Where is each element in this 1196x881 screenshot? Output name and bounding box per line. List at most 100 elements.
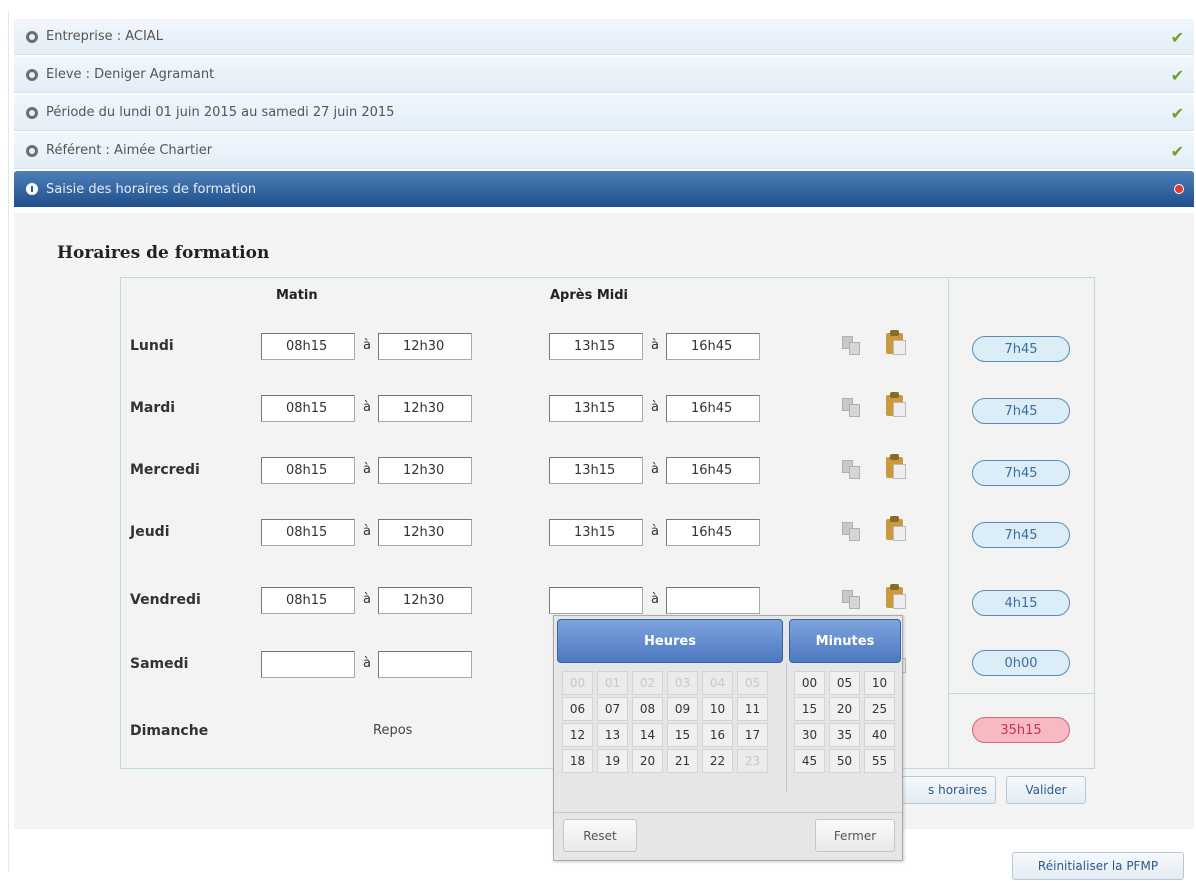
copy-icon[interactable] xyxy=(842,520,862,542)
hour-cell[interactable]: 10 xyxy=(702,697,733,721)
minute-cell[interactable]: 30 xyxy=(794,723,825,747)
mardi-morning-start[interactable] xyxy=(261,395,355,422)
checkmark-icon: ✔ xyxy=(1170,66,1184,85)
radio-bullet-icon xyxy=(26,144,38,157)
picker-close-button[interactable]: Fermer xyxy=(815,819,895,852)
day-total-samedi: 0h00 xyxy=(972,650,1070,676)
hour-cell[interactable]: 06 xyxy=(562,697,593,721)
hour-cell[interactable]: 09 xyxy=(667,697,698,721)
hour-cell[interactable]: 12 xyxy=(562,723,593,747)
hour-cell[interactable]: 11 xyxy=(737,697,768,721)
paste-icon[interactable] xyxy=(886,392,908,418)
mercredi-morning-start[interactable] xyxy=(261,457,355,484)
accordion-referent[interactable]: Référent : Aimée Chartier ✔ xyxy=(14,133,1194,169)
minute-cell[interactable]: 05 xyxy=(829,671,860,695)
hour-cell: 05 xyxy=(737,671,768,695)
reset-pfmp-button[interactable]: Réinitialiser la PFMP xyxy=(1012,852,1184,880)
mardi-afternoon-end[interactable] xyxy=(666,395,760,422)
picker-divider xyxy=(786,663,787,793)
minute-cell[interactable]: 50 xyxy=(829,749,860,773)
mercredi-afternoon-start[interactable] xyxy=(549,457,643,484)
minute-cell[interactable]: 00 xyxy=(794,671,825,695)
lundi-morning-end[interactable] xyxy=(378,333,472,360)
jeudi-afternoon-end[interactable] xyxy=(666,519,760,546)
accordion-saisie-horaires[interactable]: Saisie des horaires de formation xyxy=(14,171,1194,207)
hour-cell[interactable]: 07 xyxy=(597,697,628,721)
to-separator: à xyxy=(363,400,371,415)
hour-cell[interactable]: 15 xyxy=(667,723,698,747)
minute-cell[interactable]: 55 xyxy=(864,749,895,773)
picker-reset-button[interactable]: Reset xyxy=(563,819,637,852)
hour-cell[interactable]: 20 xyxy=(632,749,663,773)
hour-cell[interactable]: 18 xyxy=(562,749,593,773)
hours-grid: 00 01 02 03 04 05 06 07 08 09 10 11 12 13 14 15 16 17 18 19… xyxy=(562,671,770,773)
mercredi-morning-end[interactable] xyxy=(378,457,472,484)
lundi-afternoon-start[interactable] xyxy=(549,333,643,360)
close-icon[interactable] xyxy=(1174,184,1184,194)
copy-icon[interactable] xyxy=(842,588,862,610)
accordion-eleve[interactable]: Eleve : Deniger Agramant ✔ xyxy=(14,57,1194,93)
hour-cell: 23 xyxy=(737,749,768,773)
paste-icon[interactable] xyxy=(886,454,908,480)
day-label-mercredi: Mercredi xyxy=(130,462,200,478)
hour-cell[interactable]: 13 xyxy=(597,723,628,747)
day-total-mercredi: 7h45 xyxy=(972,460,1070,486)
minute-cell[interactable]: 20 xyxy=(829,697,860,721)
hour-cell: 00 xyxy=(562,671,593,695)
paste-icon[interactable] xyxy=(886,330,908,356)
to-separator: à xyxy=(651,338,659,353)
grand-total: 35h15 xyxy=(972,717,1070,743)
minute-cell[interactable]: 10 xyxy=(864,671,895,695)
checkmark-icon: ✔ xyxy=(1170,142,1184,161)
to-separator: à xyxy=(363,656,371,671)
rest-label: Repos xyxy=(373,723,413,738)
jeudi-morning-end[interactable] xyxy=(378,519,472,546)
minute-cell[interactable]: 15 xyxy=(794,697,825,721)
hour-cell[interactable]: 21 xyxy=(667,749,698,773)
hour-cell[interactable]: 19 xyxy=(597,749,628,773)
hour-cell[interactable]: 16 xyxy=(702,723,733,747)
lundi-afternoon-end[interactable] xyxy=(666,333,760,360)
day-label-samedi: Samedi xyxy=(130,656,189,672)
copy-icon[interactable] xyxy=(842,334,862,356)
accordion-label: Entreprise : ACIAL xyxy=(46,29,163,44)
vendredi-afternoon-end[interactable] xyxy=(666,587,760,614)
minute-cell[interactable]: 40 xyxy=(864,723,895,747)
accordion-label: Période du lundi 01 juin 2015 au samedi … xyxy=(46,105,395,120)
samedi-morning-end[interactable] xyxy=(378,651,472,678)
validate-button[interactable]: Valider xyxy=(1006,776,1086,804)
copy-icon[interactable] xyxy=(842,458,862,480)
lundi-morning-start[interactable] xyxy=(261,333,355,360)
vendredi-morning-start[interactable] xyxy=(261,587,355,614)
mardi-afternoon-start[interactable] xyxy=(549,395,643,422)
checkmark-icon: ✔ xyxy=(1170,104,1184,123)
jeudi-morning-start[interactable] xyxy=(261,519,355,546)
day-total-mardi: 7h45 xyxy=(972,398,1070,424)
minute-cell[interactable]: 35 xyxy=(829,723,860,747)
hour-cell[interactable]: 22 xyxy=(702,749,733,773)
jeudi-afternoon-start[interactable] xyxy=(549,519,643,546)
minute-cell[interactable]: 45 xyxy=(794,749,825,773)
copy-icon[interactable] xyxy=(842,396,862,418)
paste-icon[interactable] xyxy=(886,516,908,542)
hour-cell: 03 xyxy=(667,671,698,695)
checkmark-icon: ✔ xyxy=(1170,28,1184,47)
samedi-morning-start[interactable] xyxy=(261,651,355,678)
hour-cell: 01 xyxy=(597,671,628,695)
accordion-entreprise[interactable]: Entreprise : ACIAL ✔ xyxy=(14,19,1194,55)
hour-cell[interactable]: 14 xyxy=(632,723,663,747)
mardi-morning-end[interactable] xyxy=(378,395,472,422)
section-title: Horaires de formation xyxy=(57,243,270,263)
accordion-periode[interactable]: Période du lundi 01 juin 2015 au samedi … xyxy=(14,95,1194,131)
vendredi-afternoon-start[interactable] xyxy=(549,587,643,614)
minute-cell[interactable]: 25 xyxy=(864,697,895,721)
vendredi-morning-end[interactable] xyxy=(378,587,472,614)
column-header-morning: Matin xyxy=(276,288,318,303)
hour-cell: 02 xyxy=(632,671,663,695)
paste-icon[interactable] xyxy=(886,584,908,610)
hour-cell[interactable]: 08 xyxy=(632,697,663,721)
hour-cell[interactable]: 17 xyxy=(737,723,768,747)
mercredi-afternoon-end[interactable] xyxy=(666,457,760,484)
minutes-grid: 00 05 10 15 20 25 30 35 40 45 50 55 xyxy=(794,671,897,773)
day-label-vendredi: Vendredi xyxy=(130,592,201,608)
